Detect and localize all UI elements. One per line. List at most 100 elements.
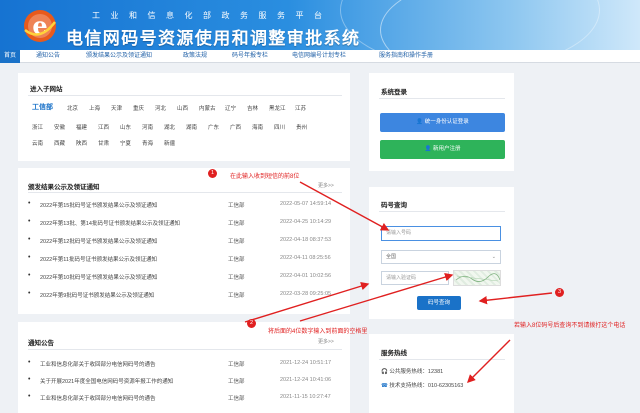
list-item[interactable]: • 关于开展2021年度全国电信网码号资源年报工作的通知 工信部 2021-12… [18,374,348,385]
subsite-link[interactable]: 河南 [142,123,153,131]
subsite-link[interactable]: 北京 [67,104,78,112]
chevron-down-icon: ⌄ [491,254,496,260]
subsite-link[interactable]: 重庆 [133,104,144,112]
divider [28,95,342,96]
bullet-icon: • [28,236,31,243]
list-item-title[interactable]: 2022年第12批码号证书颁发结果公示及领证通知 [40,237,157,245]
list-item-title[interactable]: 2022年第10批码号证书颁发结果公示及领证通知 [40,273,157,281]
subsite-link[interactable]: 江苏 [295,104,306,112]
subsite-link[interactable]: 宁夏 [120,139,131,147]
region-value: 全国 [386,254,397,260]
subsite-link[interactable]: 天津 [111,104,122,112]
nav-numbering-plan[interactable]: 电信网编号计划专栏 [292,50,346,63]
list-item-source: 工信部 [228,203,245,209]
subsite-link[interactable]: 广西 [230,123,241,131]
list-item[interactable]: • 2022年第9批码号证书颁发结果公示及领证通知 工信部 2022-03-28… [18,288,348,299]
bullet-icon: • [28,272,31,279]
public-hotline-text: 公共服务热线：12381 [389,369,444,375]
subsite-link[interactable]: 广东 [208,123,219,131]
subsite-link[interactable]: 工信部 [32,102,53,112]
public-hotline: 🎧 公共服务热线：12381 [381,367,443,375]
subsite-link[interactable]: 上海 [89,104,100,112]
subsite-link[interactable]: 新疆 [164,139,175,147]
subsite-link[interactable]: 云南 [32,139,43,147]
list-item-date: 2022-03-28 09:25:05 [280,291,332,297]
subsites-panel: 进入子网站 工信部 北京 上海 天津 重庆 河北 山西 内蒙古 辽宁 吉林 黑龙… [18,73,350,161]
subsite-link[interactable]: 江西 [98,123,109,131]
number-input[interactable]: 请输入号码 [381,226,501,241]
subsite-link[interactable]: 青海 [142,139,153,147]
subsite-link[interactable]: 吉林 [247,104,258,112]
system-title: 电信网码号资源使用和调整审批系统 [66,29,361,48]
annotation-2-text: 将后面的4位数字输入到前面的空格里 [268,329,368,335]
list-item-date: 2022-04-01 10:02:56 [280,273,332,279]
subsite-link[interactable]: 内蒙古 [199,104,216,112]
list-item-title[interactable]: 2022年第9批码号证书颁发结果公示及领证通知 [40,291,154,299]
subsite-link[interactable]: 西藏 [54,139,65,147]
annotation-number-1: 1 [208,169,217,178]
annotation-3-text: 若输入8位码号后查询不到请拨打这个电话 [514,323,626,329]
list-item[interactable]: • 2022年第13批、第14批码号证书颁发结果公示及领证通知 工信部 2022… [18,216,348,227]
list-item-title[interactable]: 工业和信息化部关于收回部分电信网码号的通告 [40,360,156,368]
subsite-link[interactable]: 贵州 [296,123,307,131]
list-item-source: 工信部 [228,362,245,368]
results-title: 颁发结果公示及领证通知 [28,184,100,191]
register-button[interactable]: 👤 新用户注册 [380,140,505,159]
list-item[interactable]: • 2022年第10批码号证书颁发结果公示及领证通知 工信部 2022-04-0… [18,270,348,281]
subsite-link[interactable]: 山西 [177,104,188,112]
subsite-link[interactable]: 山东 [120,123,131,131]
list-item-source: 工信部 [228,396,245,402]
notices-more-link[interactable]: 更多>> [318,338,334,345]
header-banner: e 工业和信息化部政务服务平台 电信网码号资源使用和调整审批系统 [0,0,640,50]
list-item-title[interactable]: 2022年第15批码号证书颁发结果公示及领证通知 [40,201,157,209]
divider [379,98,505,99]
subsite-link[interactable]: 湖北 [164,123,175,131]
subsite-link[interactable]: 湖南 [186,123,197,131]
captcha-input[interactable]: 请输入验证码 [381,271,449,285]
bullet-icon: • [28,393,31,400]
subsite-link[interactable]: 浙江 [32,123,43,131]
list-item[interactable]: • 工业和信息化部关于收回部分电信网码号的通告 工信部 2021-11-15 1… [18,391,348,402]
annotation-number-2: 2 [247,319,256,328]
bullet-icon: • [28,254,31,261]
list-item[interactable]: • 工业和信息化部关于收回部分电信网码号的通告 工信部 2021-12-24 1… [18,357,348,368]
hotline-title: 服务热线 [381,350,407,357]
subsite-link[interactable]: 甘肃 [98,139,109,147]
query-submit-button[interactable]: 码号查询 [417,296,461,310]
banner-decoration [340,0,600,50]
nav-notices[interactable]: 通知公告 [36,50,60,63]
unified-login-button[interactable]: 👤 统一身份认证登录 [380,113,505,132]
list-item-title[interactable]: 关于开展2021年度全国电信网码号资源年报工作的通知 [40,377,173,385]
captcha-image[interactable] [453,270,501,286]
region-select[interactable]: 全国 ⌄ [381,250,501,264]
list-item-title[interactable]: 2022年第13批、第14批码号证书颁发结果公示及领证通知 [40,219,180,227]
subsite-link[interactable]: 四川 [274,123,285,131]
list-item[interactable]: • 2022年第15批码号证书颁发结果公示及领证通知 工信部 2022-05-0… [18,198,348,209]
tech-hotline: ☎ 技术支持热线：010-62305163 [381,381,463,389]
list-item-date: 2022-04-25 10:14:29 [280,219,332,225]
nav-home[interactable]: 首页 [0,50,21,63]
nav-results[interactable]: 颁发结果公示及领证通知 [86,50,152,63]
list-item[interactable]: • 2022年第11批码号证书颁发结果公示及领证通知 工信部 2022-04-1… [18,252,348,263]
list-item-title[interactable]: 工业和信息化部关于收回部分电信网码号的通告 [40,394,156,402]
nav-service-guide[interactable]: 服务指南和操作手册 [379,50,433,63]
subsite-link[interactable]: 黑龙江 [269,104,286,112]
list-item-title[interactable]: 2022年第11批码号证书颁发结果公示及领证通知 [40,255,157,263]
list-item-date: 2021-11-15 10:27:47 [280,394,331,400]
subsite-link[interactable]: 辽宁 [225,104,236,112]
main-nav: 首页 通知公告 颁发结果公示及领证通知 政策法规 码号年报专栏 电信网编号计划专… [0,50,640,63]
annotation-1-text: 在此输入收到短信的前8位 [230,174,300,180]
subsite-link[interactable]: 河北 [155,104,166,112]
nav-policies[interactable]: 政策法规 [183,50,207,63]
subsite-link[interactable]: 安徽 [54,123,65,131]
list-item-source: 工信部 [228,221,245,227]
user-icon: 👤 [416,119,424,125]
list-item[interactable]: • 2022年第12批码号证书颁发结果公示及领证通知 工信部 2022-04-1… [18,234,348,245]
results-more-link[interactable]: 更多>> [318,182,334,189]
nav-annual-report[interactable]: 码号年报专栏 [232,50,268,63]
subsite-link[interactable]: 海南 [252,123,263,131]
bullet-icon: • [28,290,31,297]
subsite-link[interactable]: 福建 [76,123,87,131]
subsite-link[interactable]: 陕西 [76,139,87,147]
bullet-icon: • [28,376,31,383]
